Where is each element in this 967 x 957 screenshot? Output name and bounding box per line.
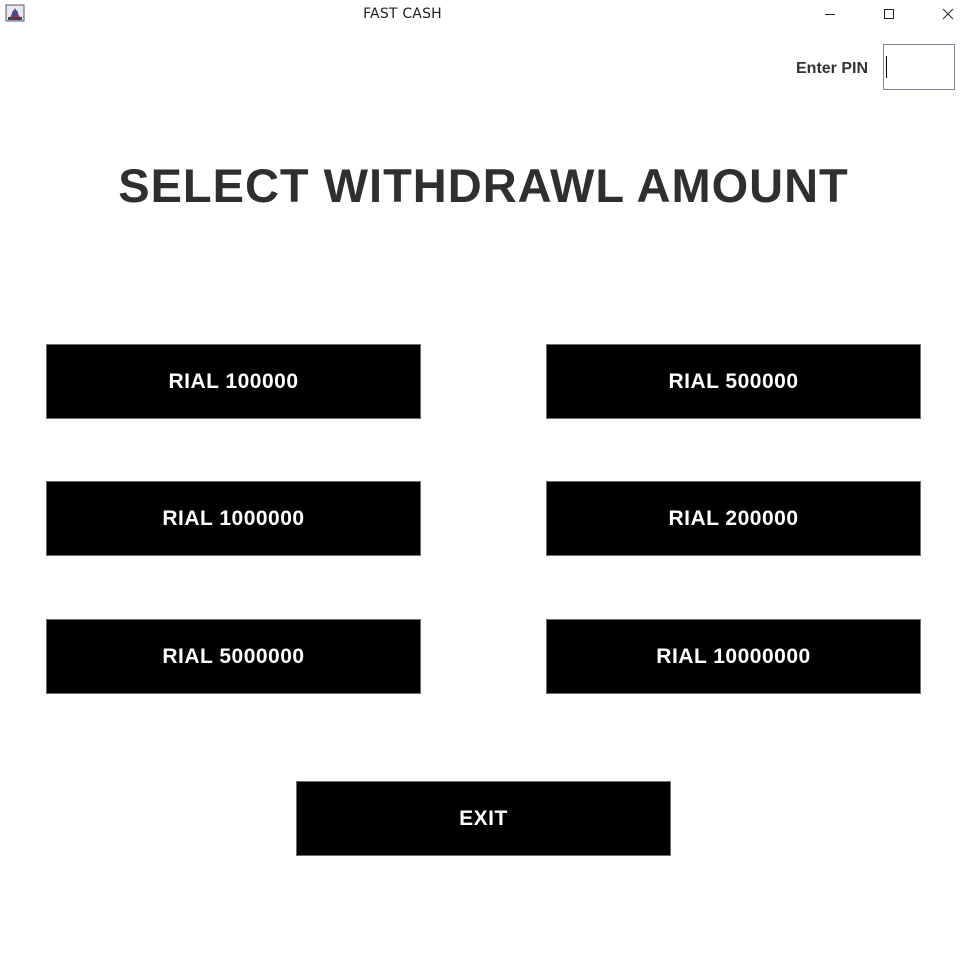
page-title: SELECT WITHDRAWL AMOUNT [118, 159, 849, 212]
amount-button-100000[interactable]: RIAL 100000 [46, 344, 421, 419]
minimize-button[interactable] [807, 0, 853, 28]
maximize-icon [883, 8, 895, 20]
amount-button-10000000[interactable]: RIAL 10000000 [546, 619, 921, 694]
close-button[interactable] [925, 0, 967, 28]
pin-label: Enter PIN [796, 60, 869, 77]
close-icon [942, 8, 954, 20]
pin-input[interactable] [883, 44, 955, 90]
window-title: FAST CASH [363, 6, 442, 22]
amount-button-500000[interactable]: RIAL 500000 [546, 344, 921, 419]
title-bar: FAST CASH [0, 0, 967, 28]
maximize-button[interactable] [866, 0, 912, 28]
amount-button-1000000[interactable]: RIAL 1000000 [46, 481, 421, 556]
minimize-icon [824, 8, 836, 20]
amount-button-200000[interactable]: RIAL 200000 [546, 481, 921, 556]
amount-button-5000000[interactable]: RIAL 5000000 [46, 619, 421, 694]
text-caret [886, 56, 887, 78]
exit-button[interactable]: EXIT [296, 781, 671, 856]
